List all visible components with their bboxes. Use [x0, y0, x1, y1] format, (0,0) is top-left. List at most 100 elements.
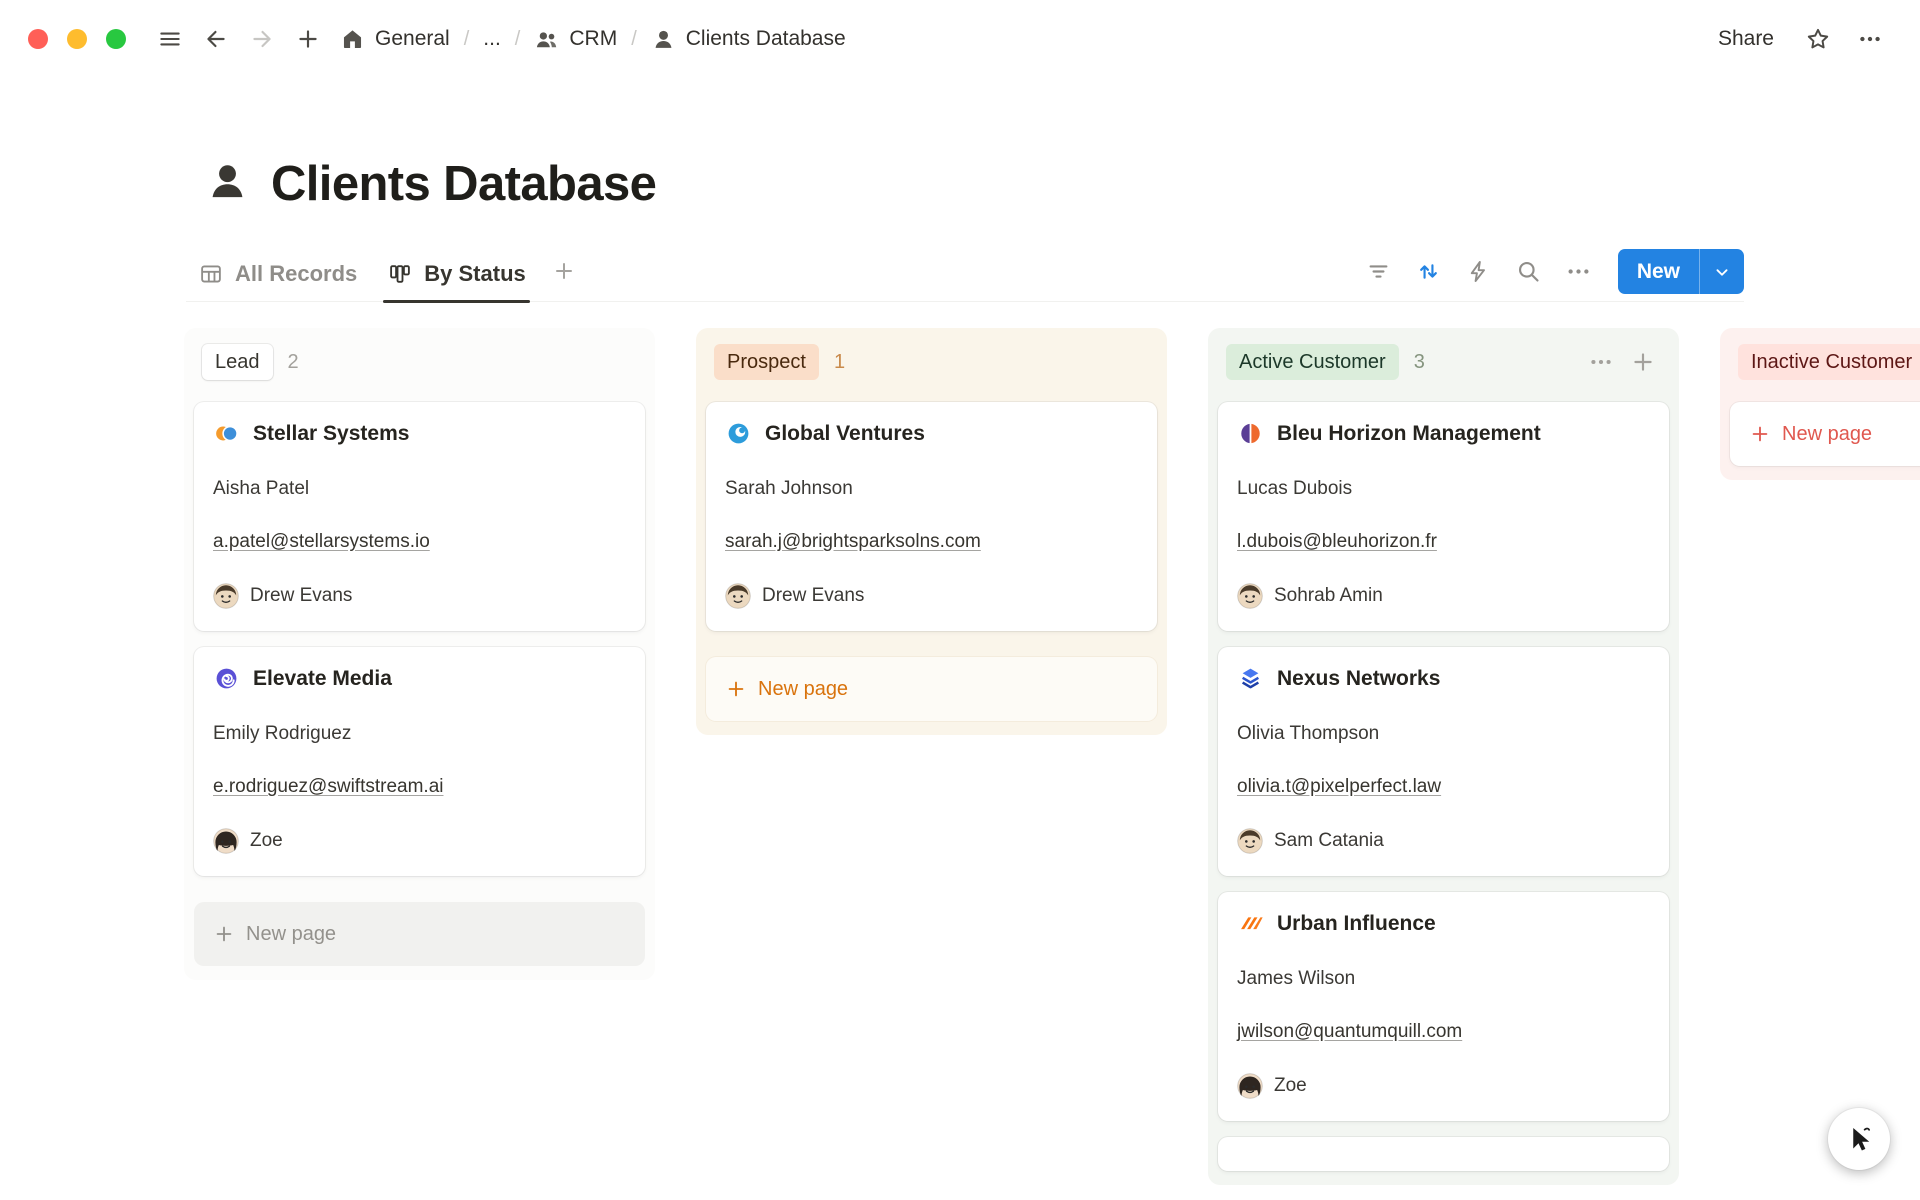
breadcrumb-ellipsis[interactable]: ...: [475, 22, 509, 56]
column-more-button[interactable]: [1583, 344, 1619, 380]
sidebar-menu-button[interactable]: [150, 19, 190, 59]
more-icon: [1565, 258, 1592, 285]
column-count-lead: 2: [288, 351, 299, 374]
owner-name: Sam Catania: [1274, 829, 1384, 853]
email-property: l.dubois@bleuhorizon.fr: [1237, 530, 1650, 554]
breadcrumb-page-label: Clients Database: [686, 27, 846, 51]
new-record-split-button: New: [1618, 249, 1744, 294]
breadcrumb-crm[interactable]: CRM: [526, 22, 625, 57]
contact-name: Olivia Thompson: [1237, 722, 1650, 746]
minimize-button[interactable]: [67, 29, 87, 49]
male-face-avatar: [213, 583, 239, 609]
card-elevate-media[interactable]: Elevate Media Emily Rodriguez e.rodrigue…: [194, 647, 645, 876]
board-column-prospect: Prospect 1 Global Ventures Sarah Johnson…: [696, 328, 1167, 735]
email-property: jwilson@quantumquill.com: [1237, 1020, 1650, 1044]
column-header-active-customer: Active Customer 3: [1218, 338, 1669, 402]
card-nexus-networks[interactable]: Nexus Networks Olivia Thompson olivia.t@…: [1218, 647, 1669, 876]
female-face-avatar: [1237, 1073, 1263, 1099]
column-title-inactive-customer[interactable]: Inactive Customer: [1738, 344, 1920, 380]
window-controls: [28, 29, 126, 49]
owner-name: Zoe: [250, 829, 283, 853]
sort-button[interactable]: [1408, 251, 1450, 293]
card-stellar-systems[interactable]: Stellar Systems Aisha Patel a.patel@stel…: [194, 402, 645, 631]
company-name: Urban Influence: [1277, 910, 1436, 937]
column-actions: [1583, 344, 1661, 380]
column-cards-lead: Stellar Systems Aisha Patel a.patel@stel…: [194, 402, 645, 876]
board-column-active-customer: Active Customer 3: [1208, 328, 1679, 1185]
breadcrumb-home[interactable]: General: [332, 22, 458, 57]
email-link[interactable]: jwilson@quantumquill.com: [1237, 1021, 1462, 1042]
filter-button[interactable]: [1358, 251, 1400, 293]
card-partially-visible[interactable]: [1218, 1137, 1669, 1171]
email-link[interactable]: e.rodriguez@swiftstream.ai: [213, 776, 443, 797]
view-more-button[interactable]: [1558, 251, 1600, 293]
card-bleu-horizon-management[interactable]: Bleu Horizon Management Lucas Dubois l.d…: [1218, 402, 1669, 631]
plus-icon: [295, 26, 321, 52]
email-link[interactable]: olivia.t@pixelperfect.law: [1237, 776, 1441, 797]
column-title-lead[interactable]: Lead: [202, 344, 273, 380]
email-link[interactable]: sarah.j@brightsparksolns.com: [725, 531, 981, 552]
plus-icon: [1749, 423, 1771, 445]
page-title[interactable]: Clients Database: [271, 156, 656, 212]
tab-by-status[interactable]: By Status: [375, 246, 537, 301]
breadcrumb-separator: /: [513, 28, 523, 51]
company-name: Stellar Systems: [253, 420, 409, 447]
owner-property: Sohrab Amin: [1237, 583, 1650, 609]
board-column-lead: Lead 2 Stellar Systems Aisha Patel a.pat…: [184, 328, 655, 980]
page-more-button[interactable]: [1850, 19, 1890, 59]
plus-icon: [725, 678, 747, 700]
male-face-avatar: [1237, 828, 1263, 854]
orange-blue-circles-logo-icon: [213, 420, 240, 447]
company-name: Bleu Horizon Management: [1277, 420, 1541, 447]
column-title-prospect[interactable]: Prospect: [714, 344, 819, 380]
close-button[interactable]: [28, 29, 48, 49]
new-page-button-prospect[interactable]: New page: [706, 657, 1157, 721]
favorite-button[interactable]: [1798, 19, 1838, 59]
people-icon: [534, 27, 559, 52]
email-link[interactable]: a.patel@stellarsystems.io: [213, 531, 430, 552]
column-title-active-customer[interactable]: Active Customer: [1226, 344, 1399, 380]
company-name: Elevate Media: [253, 665, 392, 692]
card-urban-influence[interactable]: Urban Influence James Wilson jwilson@qua…: [1218, 892, 1669, 1121]
breadcrumb-root-label: General: [375, 27, 450, 51]
chevron-down-icon: [1711, 261, 1733, 283]
person-icon: [651, 27, 676, 52]
breadcrumb: General / ... / CRM / Clients Database: [332, 22, 854, 57]
card-title-row: Stellar Systems: [213, 420, 626, 447]
card-title-row: Global Ventures: [725, 420, 1138, 447]
email-link[interactable]: l.dubois@bleuhorizon.fr: [1237, 531, 1437, 552]
zoom-button[interactable]: [106, 29, 126, 49]
add-view-button[interactable]: [544, 251, 584, 291]
forward-button[interactable]: [242, 19, 282, 59]
tab-all-records[interactable]: All Records: [186, 246, 369, 301]
new-record-button[interactable]: New: [1618, 249, 1699, 294]
breadcrumb-page[interactable]: Clients Database: [643, 22, 854, 57]
breadcrumb-separator: /: [629, 28, 639, 51]
email-property: olivia.t@pixelperfect.law: [1237, 775, 1650, 799]
card-title-row: Elevate Media: [213, 665, 626, 692]
blue-diamond-stack-logo-icon: [1237, 665, 1264, 692]
card-global-ventures[interactable]: Global Ventures Sarah Johnson sarah.j@br…: [706, 402, 1157, 631]
column-add-card-button[interactable]: [1625, 344, 1661, 380]
new-page-button-lead[interactable]: New page: [194, 902, 645, 966]
new-page-button-inactive-customer[interactable]: New page: [1730, 402, 1920, 466]
star-icon: [1805, 26, 1831, 52]
contact-name: Aisha Patel: [213, 477, 626, 501]
sort-icon: [1415, 258, 1442, 285]
new-record-dropdown-button[interactable]: [1699, 249, 1744, 294]
menu-icon: [157, 26, 183, 52]
card-title-row: Bleu Horizon Management: [1237, 420, 1650, 447]
email-property: a.patel@stellarsystems.io: [213, 530, 626, 554]
filter-icon: [1365, 258, 1392, 285]
page-icon[interactable]: [204, 158, 251, 210]
cursor-overlay-badge: [1828, 1108, 1890, 1170]
contact-name: James Wilson: [1237, 967, 1650, 991]
male-face-avatar: [725, 583, 751, 609]
share-button[interactable]: Share: [1706, 21, 1786, 57]
breadcrumb-crm-label: CRM: [569, 27, 617, 51]
search-button[interactable]: [1508, 251, 1550, 293]
column-header-lead: Lead 2: [194, 338, 645, 402]
back-button[interactable]: [196, 19, 236, 59]
new-tab-button[interactable]: [288, 19, 328, 59]
automation-button[interactable]: [1458, 251, 1500, 293]
